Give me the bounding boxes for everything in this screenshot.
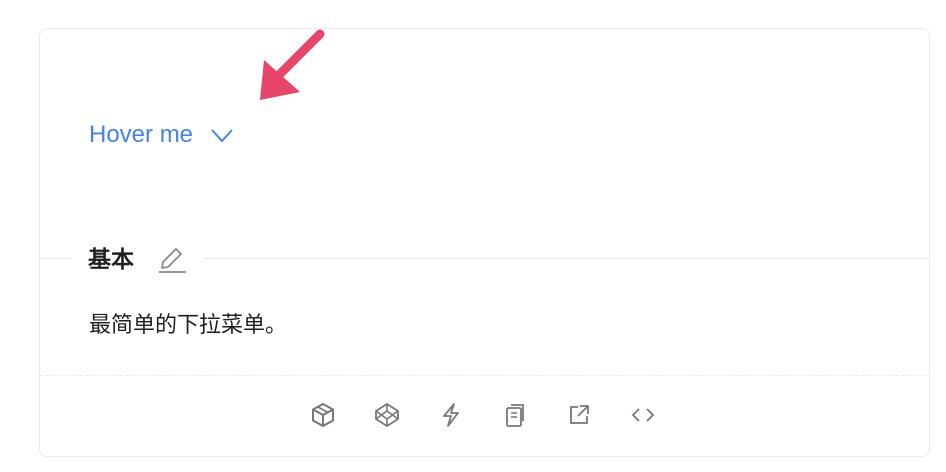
code-icon	[631, 408, 655, 422]
code-actions-toolbar	[306, 398, 660, 432]
section-divider-right	[204, 258, 929, 259]
show-code-button[interactable]	[626, 398, 660, 432]
demo-card	[39, 28, 930, 457]
section-title: 基本	[88, 247, 134, 273]
edit-icon[interactable]	[157, 244, 187, 274]
lightning-icon	[443, 403, 459, 427]
codesandbox-button[interactable]	[306, 398, 340, 432]
copy-icon	[506, 404, 524, 427]
section-divider-left	[40, 258, 72, 259]
codesandbox-icon	[312, 403, 334, 427]
copy-button[interactable]	[498, 398, 532, 432]
codepen-button[interactable]	[370, 398, 404, 432]
actions-divider	[40, 375, 929, 376]
dropdown-trigger[interactable]: Hover me	[89, 118, 235, 152]
codepen-icon	[375, 403, 399, 427]
annotation-arrow-icon	[260, 29, 325, 100]
section-description: 最简单的下拉菜单。	[89, 313, 288, 338]
dropdown-trigger-label: Hover me	[89, 121, 194, 148]
open-external-icon	[570, 405, 589, 424]
stackblitz-button[interactable]	[434, 398, 468, 432]
chevron-down-icon	[211, 129, 233, 143]
open-external-button[interactable]	[562, 398, 596, 432]
